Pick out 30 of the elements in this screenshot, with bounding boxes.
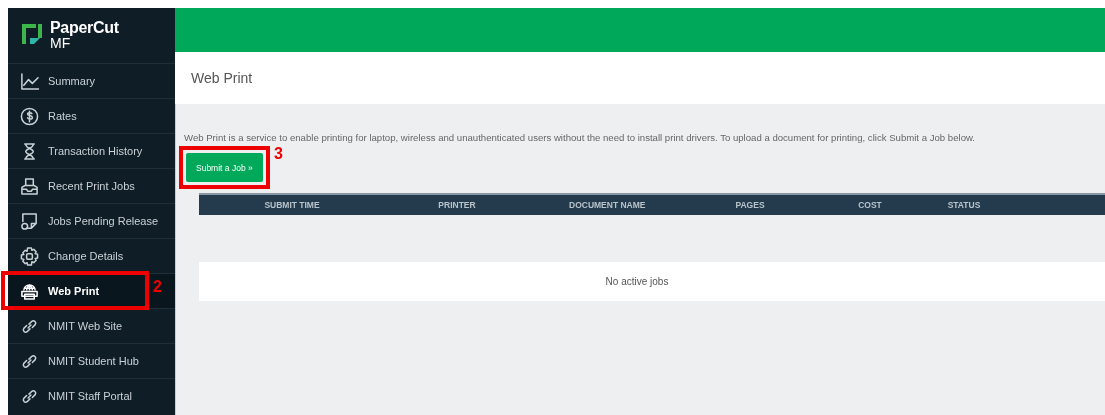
logo-icon (20, 22, 44, 46)
sidebar-item-label: Summary (48, 75, 96, 87)
column-header: STATUS (946, 200, 982, 210)
page-title: Web Print (191, 70, 253, 86)
sidebar-item-label: Recent Print Jobs (48, 180, 135, 192)
column-header: PRINTER (437, 200, 477, 210)
column-header: COST (857, 200, 883, 210)
empty-message: No active jobs (605, 276, 669, 287)
brand-name: PaperCut (50, 20, 119, 36)
annotation-number: 2 (153, 278, 162, 296)
sidebar-item-label: NMIT Web Site (48, 320, 123, 332)
sidebar-item-label: Change Details (48, 250, 124, 262)
brand-edition: MF (50, 36, 71, 50)
chart-icon (20, 71, 39, 91)
column-header: DOCUMENT NAME (568, 200, 647, 210)
sidebar-item-label: Transaction History (48, 145, 143, 157)
column-header: PAGES (734, 200, 766, 210)
sidebar-item-label: NMIT Student Hub (48, 355, 139, 367)
sidebar-item-label: NMIT Staff Portal (48, 390, 132, 402)
globe-printer-icon (20, 281, 39, 301)
settings-icon (20, 246, 39, 266)
sidebar-item-label: Web Print (48, 285, 100, 297)
annotation-number: 3 (274, 145, 283, 163)
column-header: SUBMIT TIME (263, 200, 321, 210)
inbox-tray-icon (20, 176, 39, 196)
description-text: Web Print is a service to enable printing for laptop, wireless and unauthenticated users without the need to install print drivers. To upload a document for printing, click Submit a Job below. (184, 132, 977, 143)
dollar-icon (20, 106, 39, 126)
sidebar-item-label: Jobs Pending Release (48, 215, 159, 227)
sidebar-item-label: Rates (48, 110, 77, 122)
document-clock-icon (20, 211, 39, 231)
